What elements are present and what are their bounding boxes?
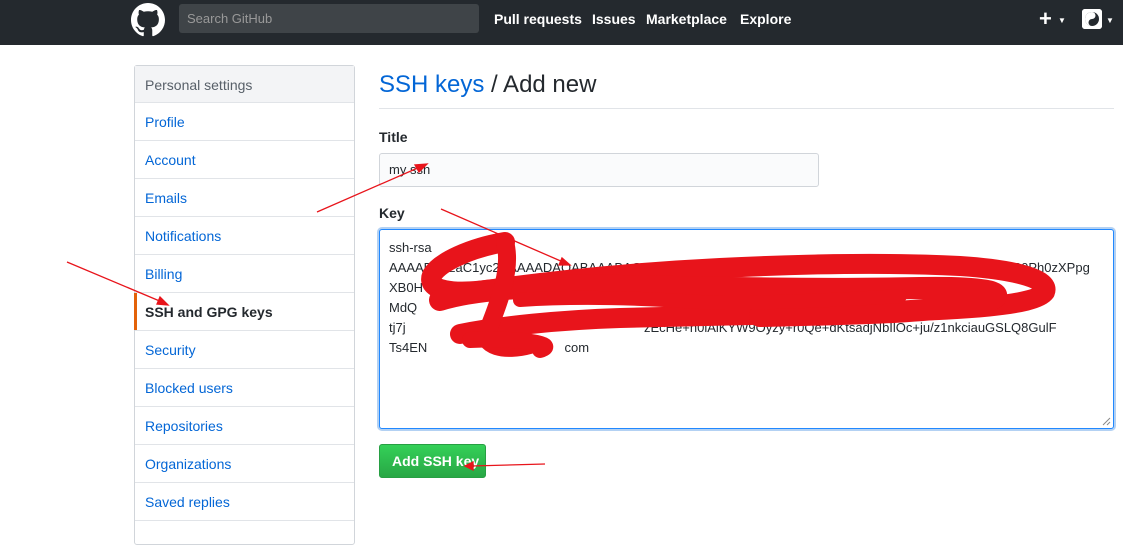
avatar-image xyxy=(1082,9,1102,29)
nav-explore[interactable]: Explore xyxy=(740,11,791,27)
sidebar-item-security[interactable]: Security xyxy=(135,331,354,369)
sidebar-item-billing[interactable]: Billing xyxy=(135,255,354,293)
user-dropdown-caret-icon[interactable]: ▼ xyxy=(1106,16,1114,25)
key-line: AAAAB3NzaC1yc2EAAAADAQABAAABAQCxPEWYUG78… xyxy=(389,260,1090,275)
add-ssh-key-button[interactable]: Add SSH key xyxy=(379,444,486,478)
key-line: Ts4EN com xyxy=(389,340,590,355)
title-input[interactable]: my ssh xyxy=(379,153,819,187)
sidebar-item-blocked-users[interactable]: Blocked users xyxy=(135,369,354,407)
sidebar-item-notifications[interactable]: Notifications xyxy=(135,217,354,255)
top-nav-bar: Search GitHub Pull requests Issues Marke… xyxy=(0,0,1123,45)
key-line: tj7j zEcHe+h0iAiKYW9Oyzy+r0Qe+dKtsadjNbI… xyxy=(389,320,1057,335)
nav-pull-requests[interactable]: Pull requests xyxy=(494,11,582,27)
sidebar-item-account[interactable]: Account xyxy=(135,141,354,179)
github-logo-icon[interactable] xyxy=(131,3,165,37)
key-label: Key xyxy=(379,205,405,221)
search-placeholder: Search GitHub xyxy=(187,11,273,26)
key-textarea[interactable]: ssh-rsa AAAAB3NzaC1yc2EAAAADAQABAAABAQCx… xyxy=(379,229,1114,429)
key-line: ssh-rsa xyxy=(389,240,432,255)
title-divider xyxy=(379,108,1114,109)
create-dropdown-caret-icon[interactable]: ▼ xyxy=(1058,16,1066,25)
nav-marketplace[interactable]: Marketplace xyxy=(646,11,727,27)
key-line: XB0H xyxy=(389,280,423,295)
user-avatar[interactable] xyxy=(1082,9,1102,29)
key-line: MdQ Tmujj xyxy=(389,300,753,315)
sidebar-item-saved-replies[interactable]: Saved replies xyxy=(135,483,354,521)
sidebar-item-organizations[interactable]: Organizations xyxy=(135,445,354,483)
sidebar-heading: Personal settings xyxy=(135,66,354,103)
sidebar-item-profile[interactable]: Profile xyxy=(135,103,354,141)
search-input[interactable]: Search GitHub xyxy=(179,4,479,33)
sidebar-item-ssh-gpg-keys[interactable]: SSH and GPG keys xyxy=(134,293,354,331)
create-new-plus-icon[interactable]: + xyxy=(1039,6,1052,32)
page-title-text: / Add new xyxy=(484,71,597,98)
page-title: SSH keys / Add new xyxy=(379,71,596,99)
nav-issues[interactable]: Issues xyxy=(592,11,636,27)
breadcrumb-ssh-keys-link[interactable]: SSH keys xyxy=(379,71,484,98)
title-label: Title xyxy=(379,129,408,145)
settings-sidebar: Personal settings Profile Account Emails… xyxy=(134,65,355,545)
resize-handle-icon[interactable] xyxy=(1102,417,1111,426)
sidebar-item-repositories[interactable]: Repositories xyxy=(135,407,354,445)
sidebar-item-emails[interactable]: Emails xyxy=(135,179,354,217)
